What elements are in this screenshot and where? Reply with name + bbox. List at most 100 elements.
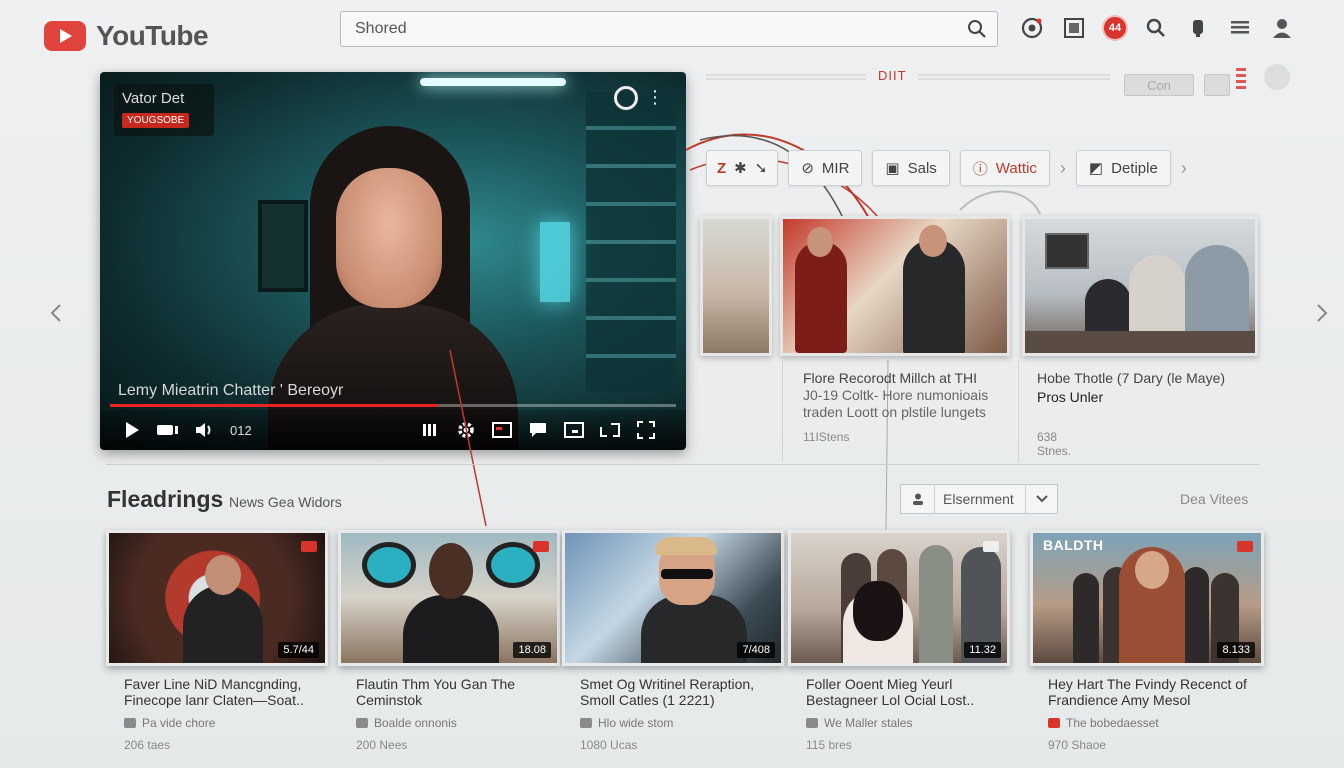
video-title[interactable]: Faver Line NiD Mancgnding, Finecope lanr… [106, 676, 328, 710]
top-action-label: Con [1147, 77, 1171, 93]
live-badge-icon [983, 541, 999, 552]
theater-icon[interactable] [596, 416, 624, 444]
edit-icon: ◩ [1088, 160, 1104, 177]
chip-sals[interactable]: ▣ Sals [872, 150, 950, 186]
channel-row[interactable]: Hlo wide stom [562, 716, 784, 730]
image-icon: ▣ [885, 160, 900, 177]
progress-bar[interactable] [110, 404, 676, 407]
watch-later-icon[interactable] [614, 86, 638, 110]
video-thumbnail[interactable]: 7/408 [562, 530, 784, 666]
video-title[interactable]: Smet Og Writinel Reraption, Smoll Catles… [562, 676, 784, 710]
volume-icon[interactable] [190, 416, 218, 444]
chat-icon[interactable] [524, 416, 552, 444]
related-meta-1: 11IStens [803, 430, 850, 444]
play-icon[interactable] [118, 416, 146, 444]
more-options-icon[interactable]: ⋮ [646, 88, 664, 106]
scene-frame [258, 200, 308, 292]
channel-overlay[interactable]: Vator Det YOUGSOBE [114, 84, 214, 136]
video-thumbnail[interactable]: 11.32 [788, 530, 1010, 666]
top-divider-lines [706, 74, 1110, 80]
channel-row[interactable]: Pa vide chore [106, 716, 328, 730]
section-subtitle[interactable]: News Gea Widors [229, 494, 342, 510]
filter-label: Elsernment [943, 491, 1014, 507]
view-count: 200 Nees [356, 738, 408, 752]
apps-grid-icon[interactable] [1060, 14, 1088, 42]
search-icon[interactable] [957, 12, 997, 46]
search-small-icon[interactable] [1142, 14, 1170, 42]
chip-tools[interactable]: Z ✱ ➘ [706, 150, 779, 186]
sort-filter-dropdown[interactable]: Elsernment [900, 484, 1058, 514]
related-title-2[interactable]: Hobe Thotle (7 Dary (le Maye) Pros Unler [1037, 370, 1267, 406]
chip-wattic[interactable]: ⓘ Wattic [959, 150, 1050, 186]
video-title[interactable]: Flautin Thm You Gan The Ceminstok [338, 676, 560, 710]
chip-label: Detiple [1111, 159, 1158, 177]
channel-row[interactable]: We Maller stales [788, 716, 1010, 730]
related-title-1[interactable]: Flore Recorodt Millch at THI J0-19 Coltk… [803, 370, 1013, 421]
view-count: 115 bres [806, 738, 852, 752]
account-avatar-icon[interactable] [1268, 14, 1296, 42]
menu-list-icon[interactable] [1226, 14, 1254, 42]
title-line: Flore Recorodt Millch at THI [803, 370, 978, 386]
column-divider [1018, 360, 1019, 462]
progress-fill [110, 404, 439, 407]
section-top-label: DIIT [878, 68, 907, 83]
notification-badge[interactable]: 44 [1102, 15, 1128, 41]
top-circle-icon[interactable] [1264, 64, 1290, 90]
related-thumbnail-2[interactable] [780, 216, 1010, 356]
info-icon: ⓘ [972, 160, 988, 178]
channel-icon [356, 718, 368, 728]
chip-label: Sals [907, 159, 937, 177]
channel-icon [806, 718, 818, 728]
live-badge-icon [301, 541, 317, 552]
top-action-button[interactable]: Con [1124, 74, 1194, 96]
video-title[interactable]: Foller Ooent Mieg Yeurl Bestagneer Lol O… [788, 676, 1010, 710]
create-video-icon[interactable] [1018, 14, 1046, 42]
presenter-face [336, 168, 442, 308]
chip-detiple[interactable]: ◩ Detiple [1075, 150, 1171, 186]
fullscreen-icon[interactable] [632, 416, 660, 444]
subtitles-icon[interactable] [488, 416, 516, 444]
video-thumbnail[interactable]: BALDTH 8.133 [1030, 530, 1264, 666]
video-card[interactable]: 18.08 Flautin Thm You Gan The Ceminstok … [338, 530, 560, 752]
logo-text: YouTube [96, 20, 209, 51]
z-icon: Z [717, 159, 727, 177]
chip-mir[interactable]: ⊘ MIR [788, 150, 863, 186]
related-thumbnail-3[interactable] [1022, 216, 1258, 356]
mic-icon[interactable] [1184, 14, 1212, 42]
view-count: 1080 Ucas [580, 738, 638, 752]
video-duration: 8.133 [1217, 642, 1255, 658]
next-arrow-icon[interactable] [1312, 298, 1332, 328]
title-line: Pros Unler [1037, 389, 1104, 405]
channel-row[interactable]: Boalde onnonis [338, 716, 560, 730]
settings-gear-icon[interactable] [452, 416, 480, 444]
video-card[interactable]: 7/408 Smet Og Writinel Reraption, Smoll … [562, 530, 784, 752]
next-video-icon[interactable] [154, 416, 182, 444]
title-line: J0-19 Coltk- Hore numonioais [803, 387, 989, 403]
channel-icon [580, 718, 592, 728]
filter-chips: Z ✱ ➘ ⊘ MIR ▣ Sals ⓘ Wattic › ◩ Detiple … [706, 150, 1187, 186]
video-title[interactable]: Hey Hart The Fvindy Recenct of Frandienc… [1030, 676, 1264, 710]
video-card[interactable]: 11.32 Foller Ooent Mieg Yeurl Bestagneer… [788, 530, 1010, 752]
miniplayer-icon[interactable] [560, 416, 588, 444]
chips-next-icon[interactable]: › [1181, 158, 1187, 179]
channel-name: The bobedaesset [1066, 716, 1159, 730]
scene-neon [540, 222, 570, 302]
youtube-logo[interactable]: YouTube [44, 20, 209, 52]
section-divider [106, 464, 1260, 465]
video-card[interactable]: 5.7/44 Faver Line NiD Mancgnding, Fineco… [106, 530, 328, 752]
video-thumbnail[interactable]: 5.7/44 [106, 530, 328, 666]
top-check-button[interactable] [1204, 74, 1230, 96]
related-thumbnail-1[interactable] [700, 216, 772, 356]
video-card[interactable]: BALDTH 8.133 Hey Hart The Fvindy Recenct… [1030, 530, 1264, 752]
prev-arrow-icon[interactable] [46, 298, 66, 328]
video-player[interactable]: Vator Det YOUGSOBE ⋮ Lemy Mieatrin Chatt… [100, 72, 686, 450]
channel-icon [1048, 718, 1060, 728]
search-input[interactable] [341, 20, 957, 38]
video-thumbnail[interactable]: 18.08 [338, 530, 560, 666]
pause-bars-icon[interactable] [416, 416, 444, 444]
channel-row[interactable]: The bobedaesset [1030, 716, 1264, 730]
view-all-link[interactable]: Dea Vitees [1180, 491, 1248, 507]
video-duration: 7/408 [737, 642, 775, 658]
chip-label: Wattic [995, 159, 1037, 177]
channel-name: Pa vide chore [142, 716, 216, 730]
